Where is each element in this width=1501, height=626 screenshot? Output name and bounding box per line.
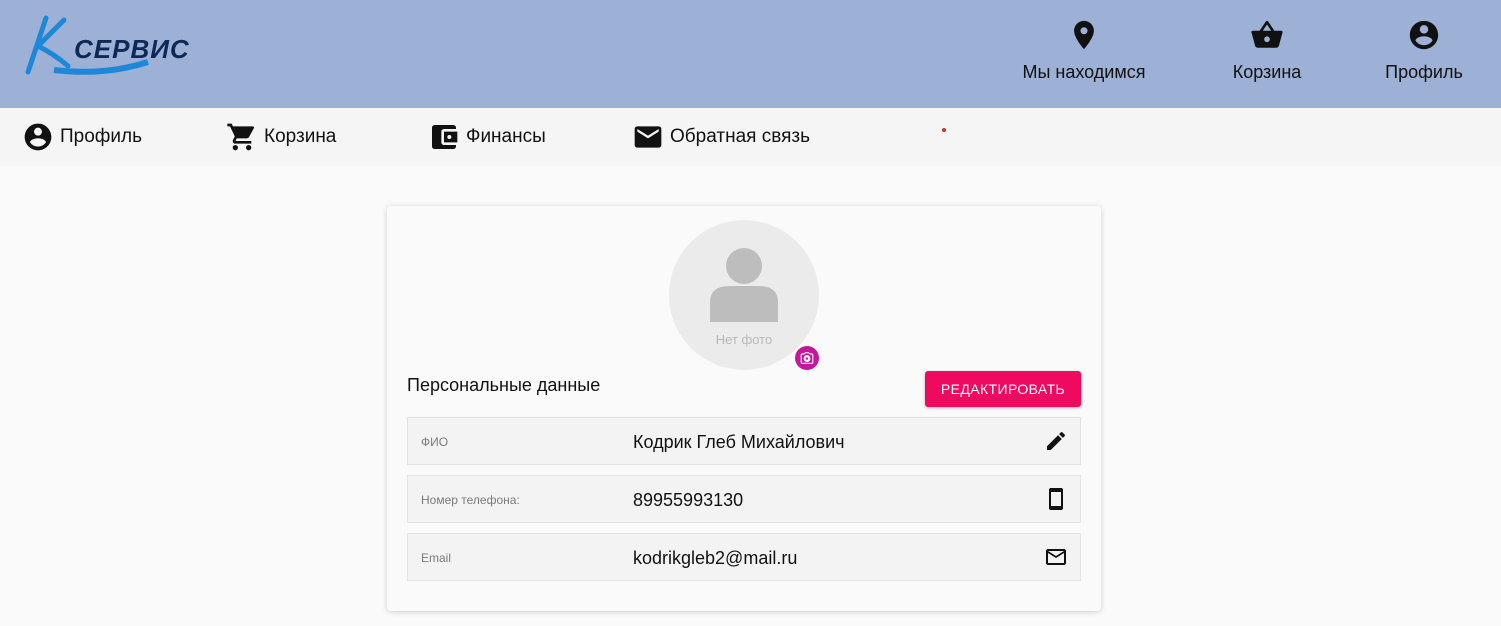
header-profile-label: Профиль xyxy=(1385,62,1463,82)
field-key: Email xyxy=(421,551,452,565)
pencil-icon[interactable] xyxy=(1044,429,1068,453)
camera-icon xyxy=(800,352,814,364)
account-circle-icon xyxy=(24,123,52,151)
header-profile-button[interactable]: Профиль xyxy=(1380,18,1468,90)
nav-item-label: Корзина xyxy=(264,126,337,147)
mail-icon xyxy=(634,126,662,148)
profile-card: Нет фото Персональные данные РЕДАКТИРОВА… xyxy=(387,206,1101,611)
cart-icon xyxy=(227,123,255,151)
location-pin-icon xyxy=(1074,20,1094,50)
nav-item-label: Финансы xyxy=(466,126,546,147)
decorative-dot xyxy=(942,128,946,132)
header-location-label: Мы находимся xyxy=(1022,62,1146,82)
field-value: Кодрик Глеб Михайлович xyxy=(633,432,845,452)
avatar[interactable]: Нет фото xyxy=(669,220,819,370)
nav-item-label: Обратная связь xyxy=(670,126,810,147)
phone-icon[interactable] xyxy=(1044,487,1068,511)
nav-item-label: Профиль xyxy=(60,126,143,147)
nav-item-profile[interactable]: Профиль xyxy=(22,121,142,153)
field-row-fio: ФИО Кодрик Глеб Михайлович xyxy=(407,417,1081,465)
nav-item-feedback[interactable]: Обратная связь xyxy=(632,121,810,153)
field-row-email: Email kodrikgleb2@mail.ru xyxy=(407,533,1081,581)
field-key: Номер телефона: xyxy=(421,493,520,507)
upload-photo-button[interactable] xyxy=(795,346,819,370)
secondary-nav: Профиль Корзина Финансы Обратная связь xyxy=(0,108,1501,166)
header-cart-button[interactable]: Корзина xyxy=(1220,18,1314,90)
no-photo-label: Нет фото xyxy=(715,332,773,347)
field-value: 89955993130 xyxy=(633,490,744,510)
section-title: Персональные данные xyxy=(407,375,601,395)
edit-button[interactable]: РЕДАКТИРОВАТЬ xyxy=(925,371,1081,407)
wallet-icon xyxy=(432,125,458,149)
header-location-button[interactable]: Мы находимся xyxy=(1019,18,1149,90)
top-header: СЕРВИС Мы находимся Корзина Профиль xyxy=(0,0,1501,108)
nav-item-cart[interactable]: Корзина xyxy=(226,121,336,153)
field-key: ФИО xyxy=(421,435,449,449)
person-placeholder-icon xyxy=(710,248,778,322)
field-value: kodrikgleb2@mail.ru xyxy=(633,548,798,568)
logo-text: СЕРВИС xyxy=(74,34,190,64)
nav-item-finance[interactable]: Финансы xyxy=(428,121,546,153)
account-circle-icon xyxy=(1409,20,1439,50)
basket-icon xyxy=(1251,20,1283,48)
company-logo[interactable]: СЕРВИС xyxy=(24,14,189,80)
header-cart-label: Корзина xyxy=(1232,62,1302,82)
mail-icon[interactable] xyxy=(1044,545,1068,569)
field-row-phone: Номер телефона: 89955993130 xyxy=(407,475,1081,523)
